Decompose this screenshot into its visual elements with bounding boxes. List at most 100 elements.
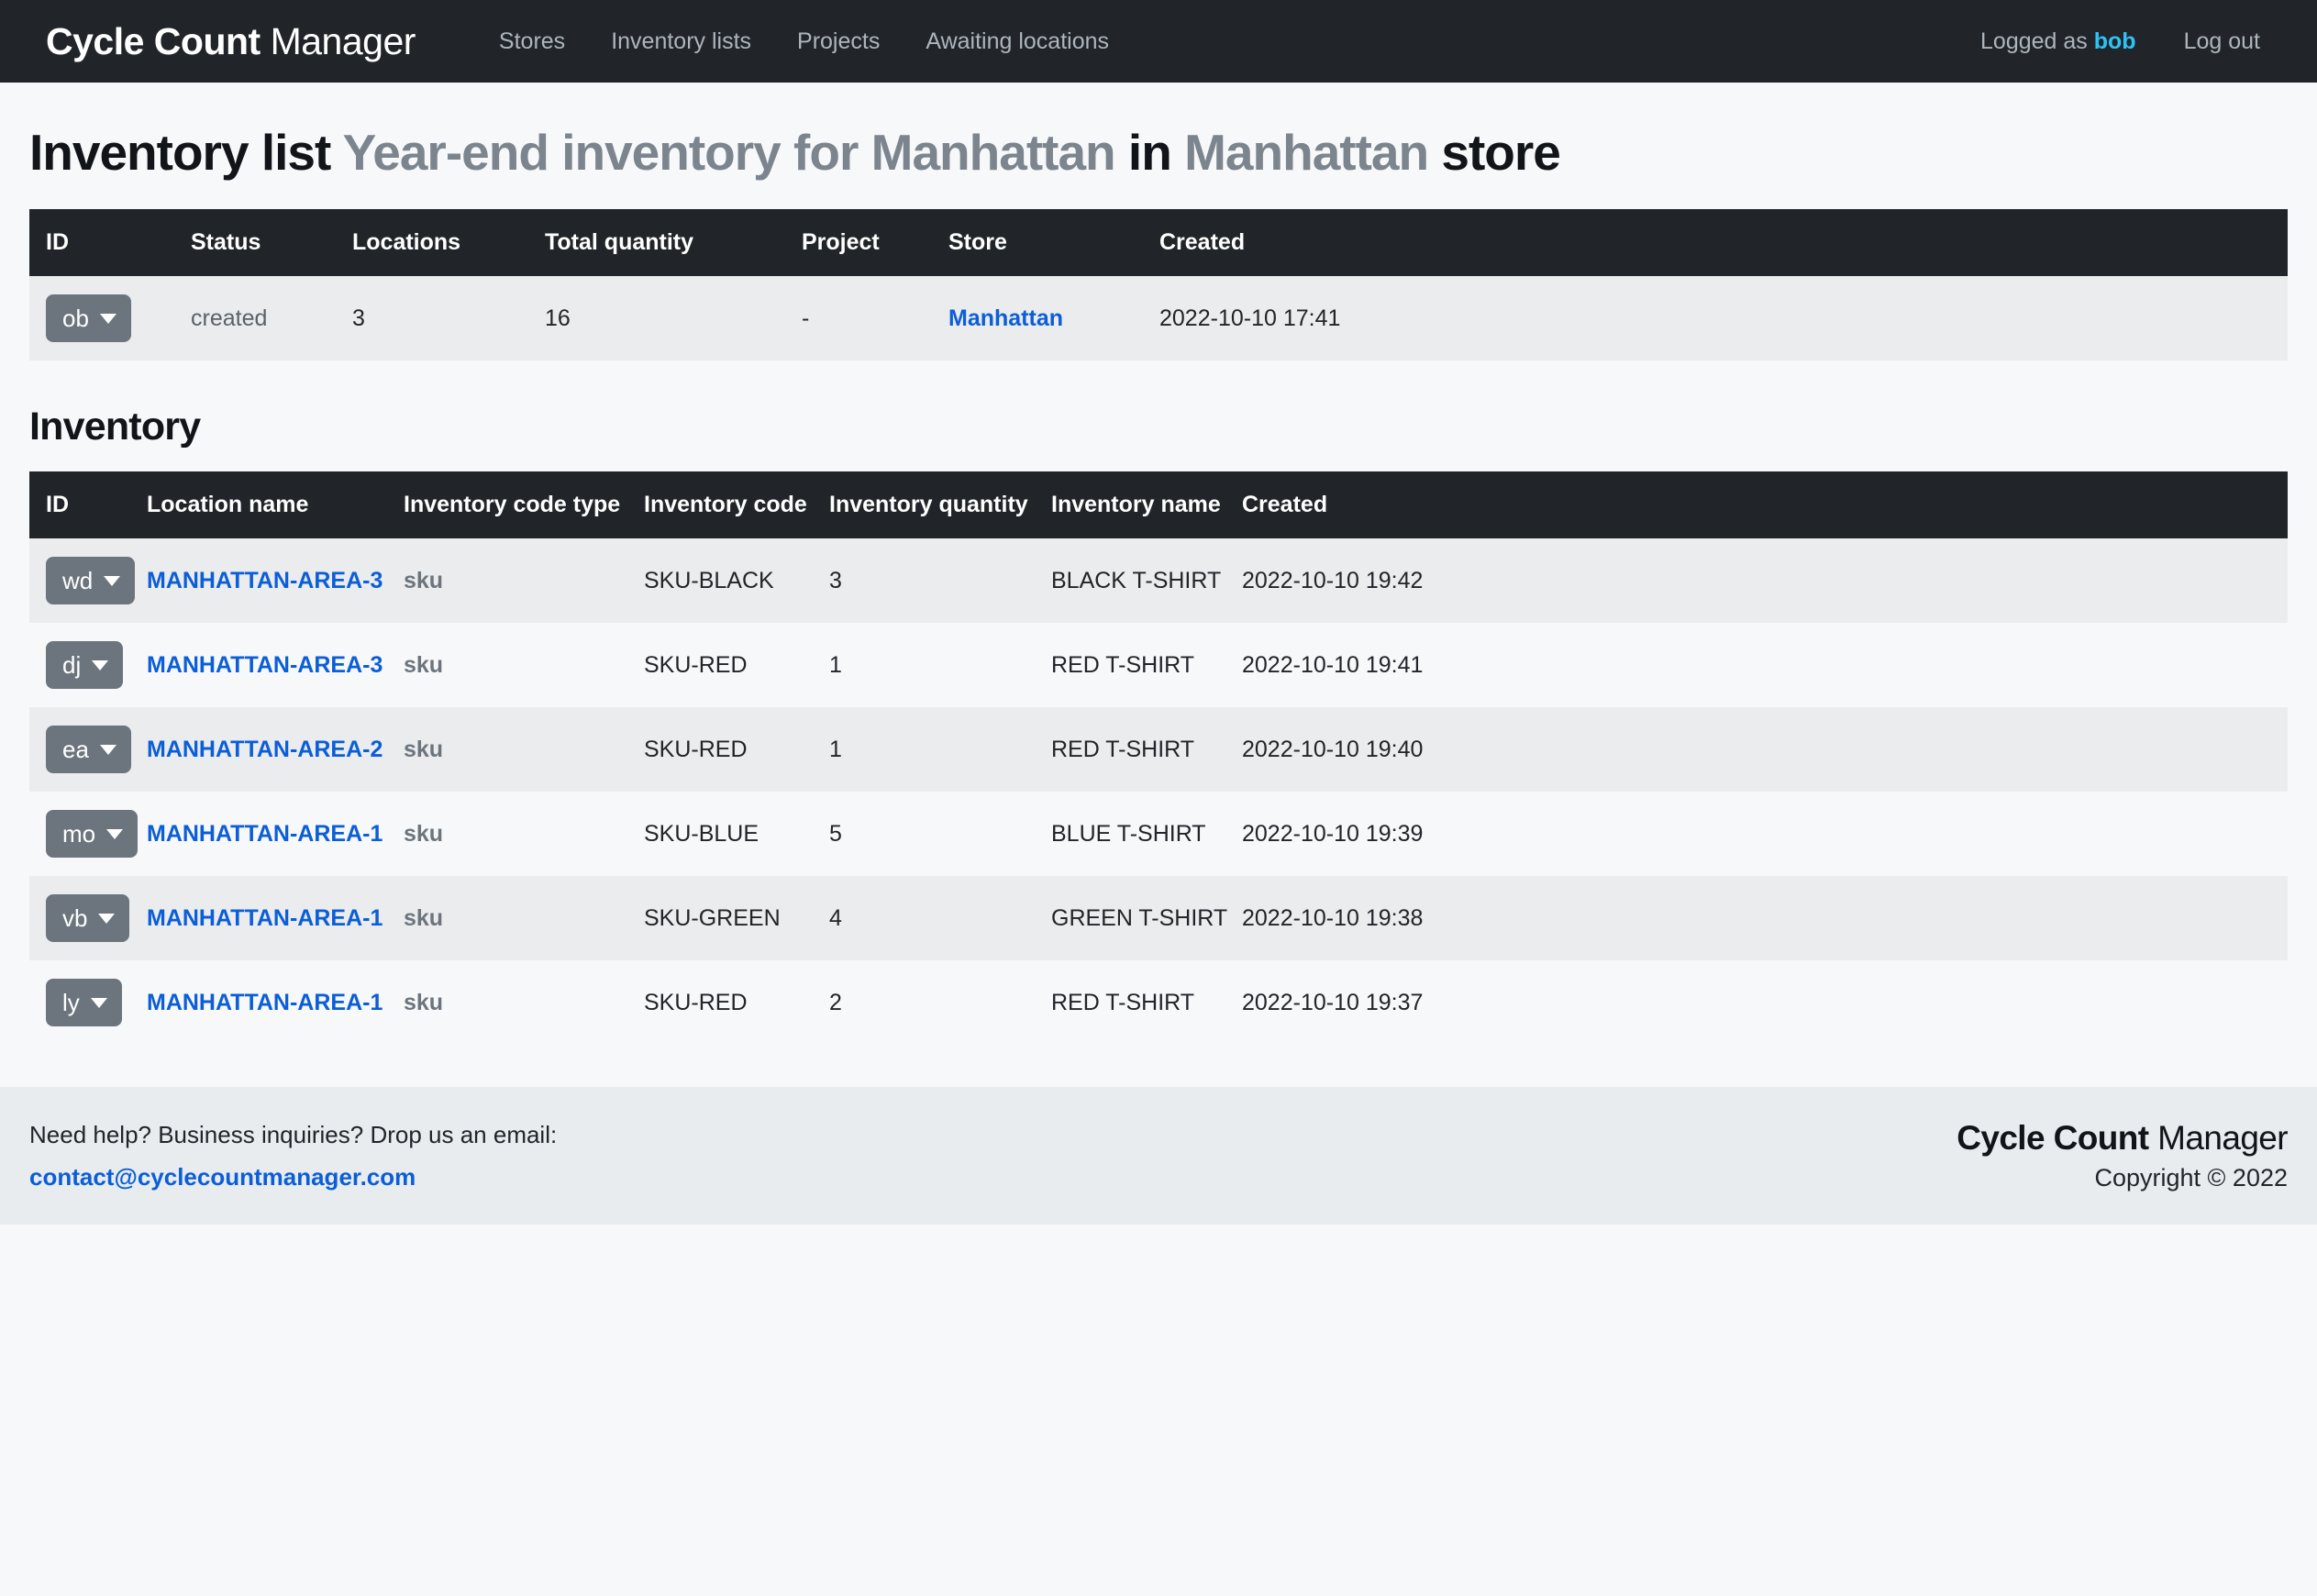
row-id-label: wd — [62, 567, 94, 594]
inventory-list-table: ID Status Locations Total quantity Proje… — [29, 209, 2288, 360]
cell-inventory-code-type: sku — [404, 567, 444, 593]
cell-inventory-quantity: 1 — [829, 736, 842, 762]
store-link[interactable]: Manhattan — [948, 305, 1063, 331]
brand-logo[interactable]: Cycle Count Manager — [46, 20, 416, 63]
chevron-down-icon — [98, 913, 116, 924]
cell-inventory-quantity: 3 — [829, 567, 842, 593]
cell-inventory-quantity: 4 — [829, 904, 842, 931]
page-title-store-name: Manhattan — [1184, 124, 1429, 181]
header-inventory-code: Inventory code — [644, 471, 829, 538]
header-created: Created — [1242, 471, 2288, 538]
cell-location-name: MANHATTAN-AREA-3 — [147, 623, 404, 707]
cell-inventory-code: SKU-BLUE — [644, 820, 759, 847]
inventory-list-table-body: ob created 3 16 - Manhattan 2022-10-10 1… — [29, 276, 2288, 360]
cell-location-name: MANHATTAN-AREA-2 — [147, 707, 404, 792]
top-navbar: Cycle Count Manager Stores Inventory lis… — [0, 0, 2317, 83]
cell-location-name: MANHATTAN-AREA-1 — [147, 960, 404, 1045]
location-name-link[interactable]: MANHATTAN-AREA-1 — [147, 990, 382, 1015]
cell-locations: 3 — [352, 305, 365, 331]
page-title-prefix: Inventory list — [29, 124, 343, 181]
chevron-down-icon — [106, 828, 124, 839]
footer-brand-block: Cycle Count Manager Copyright © 2022 — [1957, 1117, 2288, 1194]
cell-id: ea — [29, 707, 147, 792]
nav-link-projects[interactable]: Projects — [774, 28, 903, 55]
footer-help-text: Need help? Business inquiries? Drop us a… — [29, 1120, 558, 1148]
cell-id: dj — [29, 623, 147, 707]
chevron-down-icon — [99, 744, 116, 755]
cell-id: wd — [29, 538, 147, 623]
cell-store: Manhattan — [948, 276, 1159, 360]
row-id-label: mo — [62, 820, 96, 848]
cell-location-name: MANHATTAN-AREA-1 — [147, 792, 404, 876]
logout-link[interactable]: Log out — [2160, 28, 2273, 55]
cell-inventory-name: BLACK T-SHIRT — [1051, 567, 1222, 593]
inventory-table: ID Location name Inventory code type Inv… — [29, 471, 2288, 1045]
table-header-row: ID Status Locations Total quantity Proje… — [29, 209, 2288, 276]
row-actions-dropdown-button[interactable]: mo — [46, 810, 139, 858]
cell-inventory-code-type: sku — [404, 904, 444, 931]
footer-copyright: Copyright © 2022 — [2094, 1164, 2288, 1192]
table-row: ly MANHATTAN-AREA-1 sku SKU-RED 2 RED T-SHIRT… — [29, 960, 2288, 1045]
cell-location-name: MANHATTAN-AREA-3 — [147, 538, 404, 623]
header-store: Store — [948, 209, 1159, 276]
inventory-table-head: ID Location name Inventory code type Inv… — [29, 471, 2288, 538]
footer-brand-light: Manager — [2148, 1119, 2288, 1157]
location-name-link[interactable]: MANHATTAN-AREA-2 — [147, 737, 382, 762]
page-title-list-name: Year-end inventory for Manhattan — [342, 124, 1116, 181]
table-row: mo MANHATTAN-AREA-1 sku SKU-BLUE 5 BLUE T-SHI… — [29, 792, 2288, 876]
row-actions-dropdown-button[interactable]: ly — [46, 979, 122, 1026]
cell-created: 2022-10-10 19:38 — [1242, 904, 1424, 931]
location-name-link[interactable]: MANHATTAN-AREA-3 — [147, 568, 382, 593]
row-actions-dropdown-button[interactable]: ob — [46, 294, 131, 342]
row-actions-dropdown-button[interactable]: wd — [46, 557, 136, 604]
inventory-list-table-head: ID Status Locations Total quantity Proje… — [29, 209, 2288, 276]
cell-inventory-name: BLUE T-SHIRT — [1051, 820, 1206, 847]
table-row: vb MANHATTAN-AREA-1 sku SKU-GREEN 4 GREEN T-S… — [29, 876, 2288, 960]
cell-inventory-code-type: sku — [404, 989, 444, 1015]
section-title-inventory: Inventory — [29, 405, 201, 449]
table-row: wd MANHATTAN-AREA-3 sku SKU-BLACK 3 BLACK T-S… — [29, 538, 2288, 623]
location-name-link[interactable]: MANHATTAN-AREA-1 — [147, 821, 382, 847]
cell-inventory-code: SKU-RED — [644, 736, 748, 762]
cell-inventory-code-type: sku — [404, 820, 444, 847]
logged-as-label: Logged as bob — [1957, 28, 2160, 55]
header-inventory-name: Inventory name — [1051, 471, 1242, 538]
header-inventory-quantity: Inventory quantity — [829, 471, 1051, 538]
row-id-label: dj — [62, 651, 82, 679]
page-title-in: in — [1114, 124, 1185, 181]
row-actions-dropdown-button[interactable]: ea — [46, 726, 131, 773]
cell-created: 2022-10-10 17:41 — [1159, 305, 1341, 331]
cell-location-name: MANHATTAN-AREA-1 — [147, 876, 404, 960]
brand-strong: Cycle Count — [46, 19, 261, 62]
cell-inventory-name: RED T-SHIRT — [1051, 989, 1195, 1015]
brand-light: Manager — [260, 19, 416, 62]
cell-inventory-quantity: 5 — [829, 820, 842, 847]
row-actions-dropdown-button[interactable]: dj — [46, 641, 124, 689]
location-name-link[interactable]: MANHATTAN-AREA-3 — [147, 652, 382, 678]
nav-link-awaiting-locations[interactable]: Awaiting locations — [903, 28, 1132, 55]
row-id-label: ob — [62, 305, 89, 332]
nav-link-stores[interactable]: Stores — [476, 28, 588, 55]
header-id: ID — [29, 209, 191, 276]
nav-link-inventory-lists[interactable]: Inventory lists — [588, 28, 774, 55]
header-location-name: Location name — [147, 471, 404, 538]
location-name-link[interactable]: MANHATTAN-AREA-1 — [147, 905, 382, 931]
cell-inventory-code: SKU-RED — [644, 989, 748, 1015]
footer-email-link[interactable]: contact@cyclecountmanager.com — [29, 1158, 416, 1195]
header-project: Project — [802, 209, 948, 276]
chevron-down-icon — [104, 575, 121, 586]
cell-inventory-quantity: 2 — [829, 989, 842, 1015]
footer-brand: Cycle Count Manager — [1957, 1117, 2288, 1159]
chevron-down-icon — [99, 313, 116, 324]
cell-created: 2022-10-10 19:42 — [1242, 567, 1424, 593]
table-header-row: ID Location name Inventory code type Inv… — [29, 471, 2288, 538]
main-content: Inventory list Year-end inventory for Ma… — [0, 123, 2317, 1045]
cell-id: ob — [29, 276, 191, 360]
header-total-quantity: Total quantity — [545, 209, 802, 276]
table-row: ea MANHATTAN-AREA-2 sku SKU-RED 1 RED T-SHIRT… — [29, 707, 2288, 792]
nav-right-group: Logged as bob Log out — [1957, 28, 2273, 55]
footer-brand-strong: Cycle Count — [1957, 1119, 2149, 1157]
chevron-down-icon — [90, 997, 107, 1008]
cell-created: 2022-10-10 19:41 — [1242, 651, 1424, 678]
row-actions-dropdown-button[interactable]: vb — [46, 894, 130, 942]
